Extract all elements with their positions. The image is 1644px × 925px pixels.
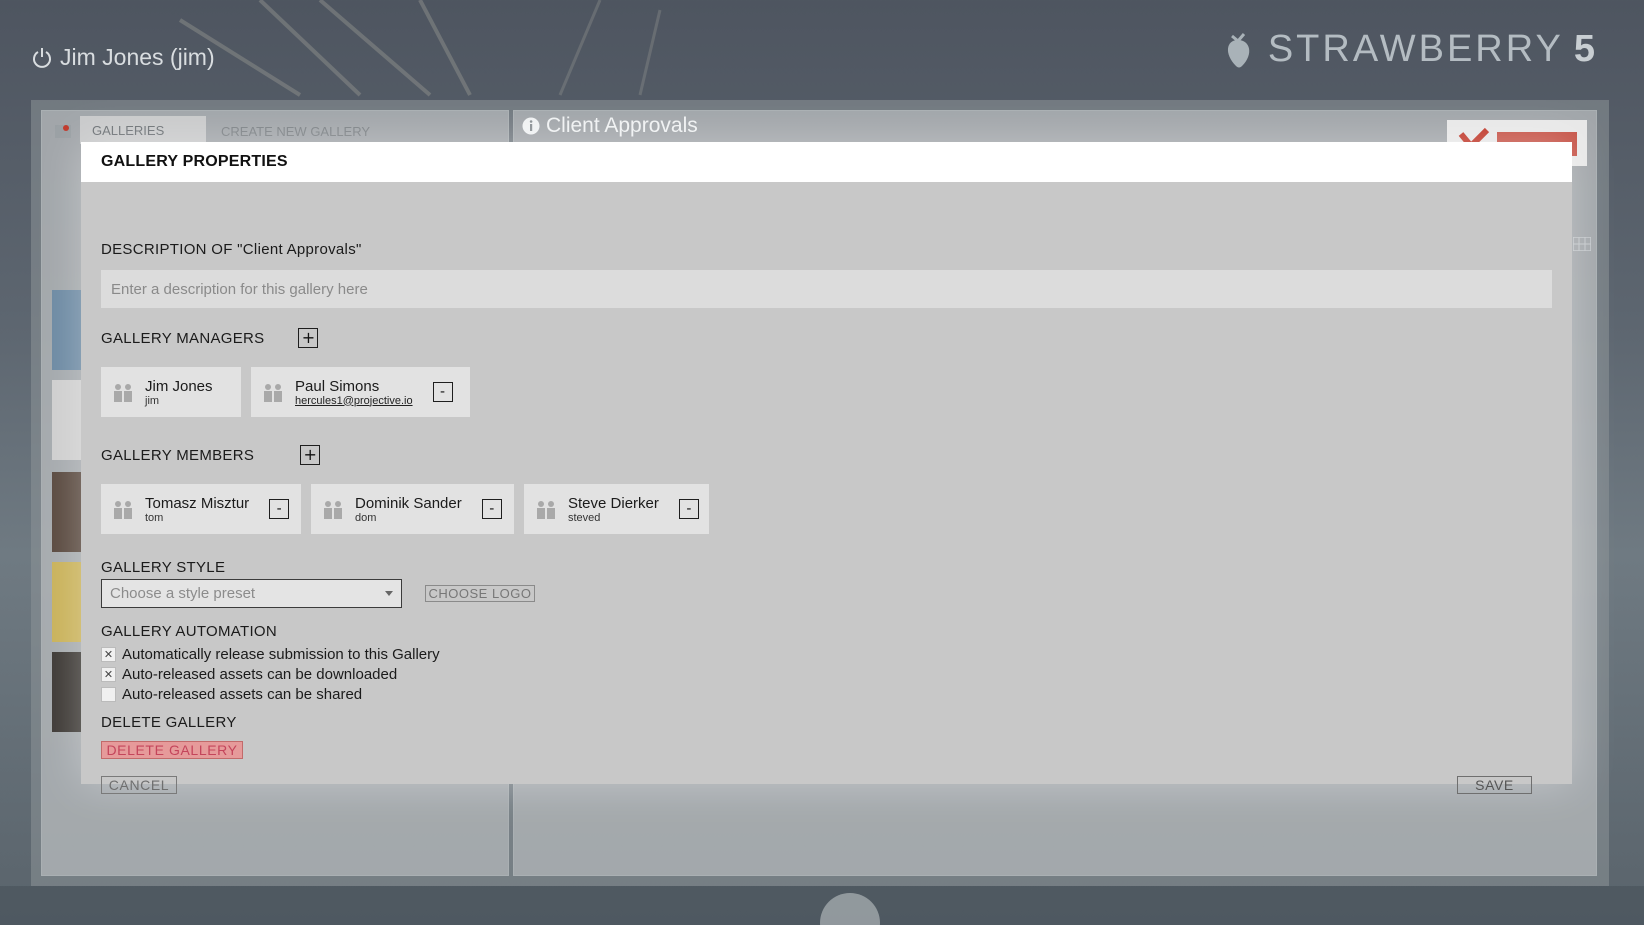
gallery-icon[interactable] — [54, 122, 72, 140]
managers-label: GALLERY MANAGERS — [101, 329, 265, 347]
tab-create-new-gallery[interactable]: CREATE NEW GALLERY — [221, 124, 370, 139]
style-preset-select[interactable]: Choose a style preset — [101, 579, 402, 608]
member-name: Steve Dierker — [568, 494, 659, 512]
tab-galleries[interactable]: GALLERIES — [80, 116, 206, 144]
gallery-title: Client Approvals — [522, 114, 698, 138]
manager-card: Paul Simons hercules1@projective.io - — [251, 367, 470, 417]
remove-manager-button[interactable]: - — [432, 382, 453, 402]
manager-email-link[interactable]: hercules1@projective.io — [295, 395, 413, 407]
description-input[interactable] — [101, 270, 1552, 308]
brand-logo: STRAWBERRY 5 — [1218, 28, 1598, 71]
chevron-down-icon — [385, 591, 393, 596]
members-label: GALLERY MEMBERS — [101, 446, 255, 464]
member-username: tom — [145, 511, 164, 524]
add-manager-button[interactable]: + — [298, 328, 319, 348]
user-label: Jim Jones (jim) — [60, 44, 215, 70]
user-header[interactable]: Jim Jones (jim) — [32, 44, 215, 71]
managers-header: GALLERY MANAGERS + — [101, 328, 319, 348]
gallery-title-text: Client Approvals — [546, 114, 698, 137]
manager-name: Paul Simons — [295, 377, 380, 395]
members-header: GALLERY MEMBERS + — [101, 445, 321, 465]
people-icon — [264, 384, 282, 402]
automation-option[interactable]: ✕ Auto-released assets can be downloaded — [101, 666, 397, 683]
auto-download-label: Auto-released assets can be downloaded — [122, 666, 398, 683]
strawberry-icon — [1227, 32, 1250, 67]
power-icon[interactable] — [32, 47, 52, 69]
remove-member-button[interactable]: - — [481, 499, 502, 519]
dialog-title: GALLERY PROPERTIES — [81, 142, 1572, 182]
auto-share-checkbox[interactable] — [101, 687, 116, 702]
manager-username: jim — [145, 394, 160, 407]
people-icon — [114, 501, 132, 519]
add-member-button[interactable]: + — [300, 445, 321, 465]
remove-member-button[interactable]: - — [678, 499, 699, 519]
brand-name: STRAWBERRY — [1267, 28, 1564, 70]
delete-section-label: DELETE GALLERY — [101, 714, 237, 731]
people-icon — [114, 384, 132, 402]
member-card: Dominik Sander dom - — [311, 484, 514, 534]
auto-release-checkbox[interactable]: ✕ — [101, 647, 116, 662]
members-list: Tomasz Misztur tom - Dominik Sander dom … — [101, 484, 709, 534]
style-label: GALLERY STYLE — [101, 559, 226, 576]
strawberry-icon — [820, 893, 880, 925]
auto-download-checkbox[interactable]: ✕ — [101, 667, 116, 682]
delete-gallery-button[interactable]: DELETE GALLERY — [101, 741, 243, 759]
member-card: Steve Dierker steved - — [524, 484, 709, 534]
automation-option[interactable]: Auto-released assets can be shared — [101, 686, 362, 703]
manager-card: Jim Jones jim — [101, 367, 241, 417]
member-username: steved — [568, 511, 601, 524]
description-label: DESCRIPTION OF "Client Approvals" — [101, 241, 362, 258]
auto-release-label: Automatically release submission to this… — [122, 646, 440, 663]
automation-label: GALLERY AUTOMATION — [101, 623, 278, 640]
choose-logo-button[interactable]: CHOOSE LOGO — [425, 585, 535, 602]
save-button[interactable]: SAVE — [1457, 776, 1532, 794]
cancel-button[interactable]: CANCEL — [101, 776, 177, 794]
brand-version: 5 — [1573, 28, 1598, 70]
auto-share-label: Auto-released assets can be shared — [122, 686, 363, 703]
people-icon — [324, 501, 342, 519]
style-preset-placeholder: Choose a style preset — [110, 585, 256, 602]
info-icon[interactable] — [522, 117, 540, 135]
member-name: Tomasz Misztur — [145, 494, 250, 512]
automation-option[interactable]: ✕ Automatically release submission to th… — [101, 646, 440, 663]
member-name: Dominik Sander — [355, 494, 462, 512]
managers-list: Jim Jones jim Paul Simons hercules1@proj… — [101, 367, 470, 417]
gallery-properties-dialog: GALLERY PROPERTIES DESCRIPTION OF "Clien… — [81, 142, 1572, 794]
grid-view-icon[interactable] — [1573, 237, 1591, 251]
member-card: Tomasz Misztur tom - — [101, 484, 301, 534]
manager-name: Jim Jones — [145, 377, 213, 395]
remove-member-button[interactable]: - — [269, 499, 290, 519]
member-username: dom — [355, 511, 377, 524]
people-icon — [537, 501, 555, 519]
